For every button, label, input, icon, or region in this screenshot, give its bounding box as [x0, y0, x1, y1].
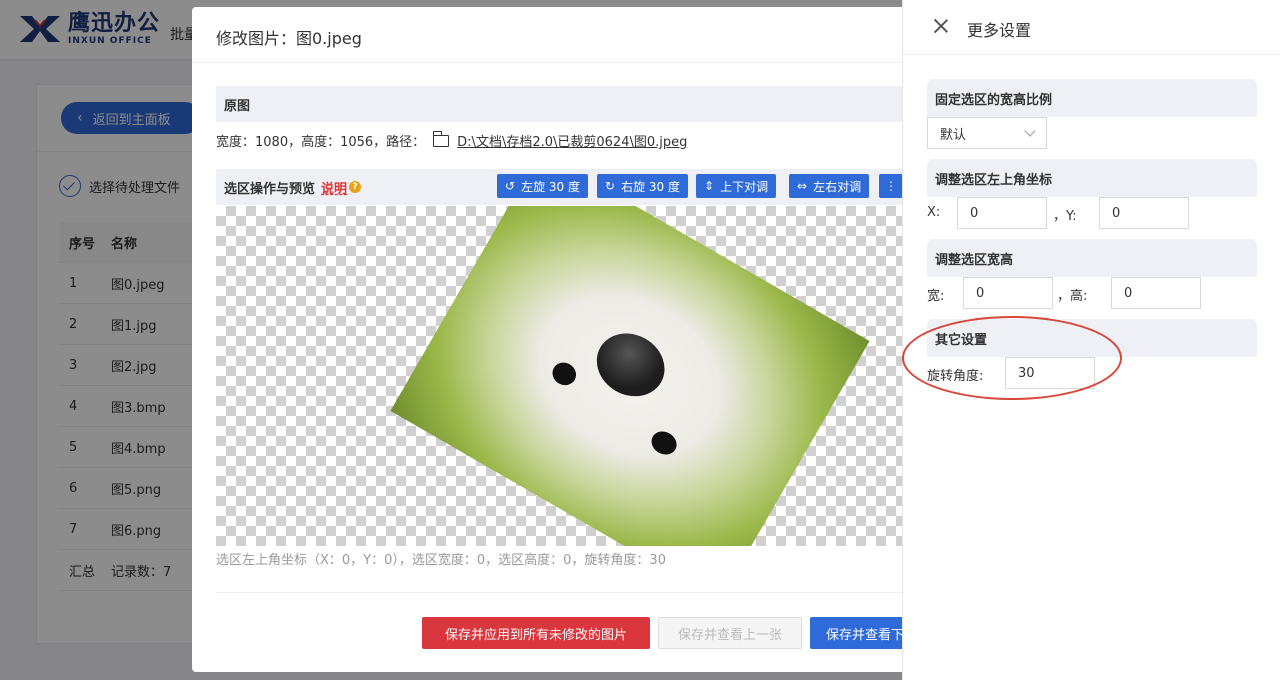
flip-vertical-button[interactable]: ⇕ 上下对调 — [696, 174, 777, 198]
close-icon[interactable] — [933, 18, 949, 34]
rotate-right-icon: ↻ — [605, 179, 616, 193]
divider — [192, 62, 922, 63]
size-section-header: 调整选区宽高 — [927, 239, 1257, 277]
rotate-right-label: 右旋 30 度 — [621, 179, 680, 194]
other-section-header: 其它设置 — [927, 319, 1257, 357]
more-tools-button[interactable]: ⋮ — [879, 174, 903, 198]
height-input[interactable]: 0 — [1111, 277, 1201, 309]
more-icon: ⋮ — [885, 179, 897, 193]
flip-horizontal-button[interactable]: ⇔ 左右对调 — [789, 174, 870, 198]
preview-canvas[interactable] — [216, 206, 922, 546]
flip-vertical-icon: ⇕ — [704, 179, 715, 193]
save-apply-all-button[interactable]: 保存并应用到所有未修改的图片 — [422, 617, 650, 649]
folder-icon — [432, 130, 450, 147]
rotate-left-label: 左旋 30 度 — [521, 179, 580, 194]
save-view-previous-button[interactable]: 保存并查看上一张 — [658, 617, 802, 649]
image-info-line: 宽度：1080，高度：1056，路径： D:\文档\存档2.0\已裁剪0624\… — [216, 130, 687, 150]
aspect-ratio-select[interactable]: 默认 — [927, 117, 1047, 149]
flip-horizontal-icon: ⇔ — [797, 179, 808, 193]
preview-image — [390, 206, 870, 546]
explain-link[interactable]: 说明 — [321, 178, 347, 197]
flip-horizontal-label: 左右对调 — [813, 179, 862, 194]
rotate-left-icon: ↺ — [505, 179, 516, 193]
image-detail — [548, 358, 581, 390]
dialog-title: 修改图片：图0.jpeg — [216, 29, 362, 48]
drawer-title: 更多设置 — [967, 21, 1032, 40]
preview-section-title: 选区操作与预览 — [224, 181, 316, 197]
app-background: 鹰迅办公 INXUN OFFICE 批量 ‹ 返回到主面板 选择待处理文件 序号… — [0, 0, 1280, 680]
edit-image-dialog: 修改图片：图0.jpeg 原图 宽度：1080，高度：1056，路径： D:\文… — [192, 7, 922, 672]
divider — [216, 592, 922, 593]
width-label: 宽: — [927, 289, 945, 304]
coords-section-header: 调整选区左上角坐标 — [927, 159, 1257, 197]
aspect-ratio-value: 默认 — [940, 127, 967, 143]
width-input[interactable]: 0 — [963, 277, 1053, 309]
x-label: X: — [927, 205, 941, 220]
rotate-angle-input[interactable]: 30 — [1005, 357, 1095, 389]
rotate-angle-label: 旋转角度: — [927, 369, 984, 384]
x-input[interactable]: 0 — [957, 197, 1047, 229]
more-settings-drawer: 更多设置 固定选区的宽高比例 默认 调整选区左上角坐标 X: 0 ，Y: 0 调… — [902, 0, 1280, 680]
image-detail — [647, 426, 681, 460]
y-input[interactable]: 0 — [1099, 197, 1189, 229]
flip-vertical-label: 上下对调 — [720, 179, 769, 194]
drawer-header: 更多设置 — [903, 0, 1280, 55]
original-section-header: 原图 — [216, 86, 922, 122]
ratio-section-header: 固定选区的宽高比例 — [927, 79, 1257, 117]
chevron-down-icon — [1024, 125, 1036, 137]
y-label: ，Y: — [1053, 209, 1077, 224]
rotate-left-button[interactable]: ↺ 左旋 30 度 — [497, 174, 588, 198]
height-label: ，高: — [1057, 289, 1088, 304]
selection-status: 选区左上角坐标（X：0，Y：0），选区宽度：0，选区高度：0，旋转角度：30 — [216, 553, 666, 568]
image-detail — [585, 321, 676, 409]
rotate-right-button[interactable]: ↻ 右旋 30 度 — [597, 174, 688, 198]
help-icon[interactable]: ? — [349, 181, 362, 193]
image-dimensions: 宽度：1080，高度：1056，路径： — [216, 135, 426, 150]
image-path-link[interactable]: D:\文档\存档2.0\已裁剪0624\图0.jpeg — [457, 131, 687, 150]
